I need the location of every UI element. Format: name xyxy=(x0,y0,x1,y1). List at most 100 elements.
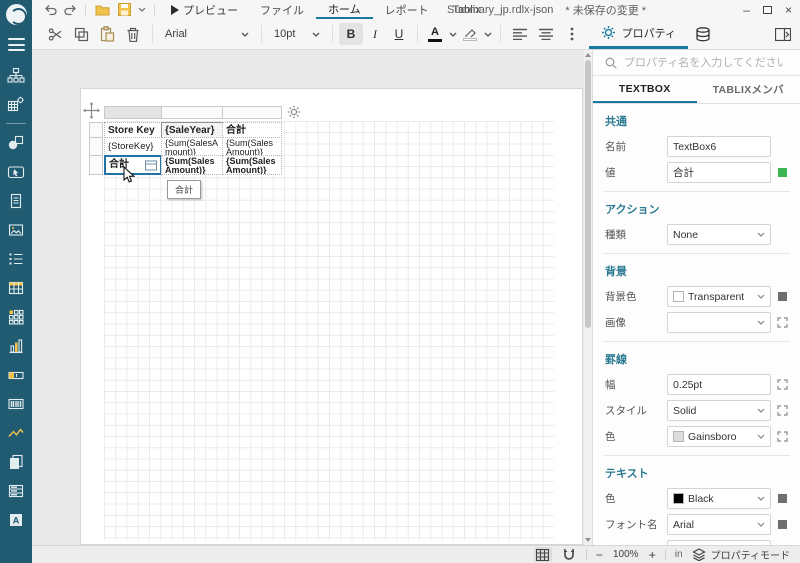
font-color-button[interactable]: A xyxy=(424,23,446,45)
window-minimize-button[interactable]: – xyxy=(743,4,750,16)
expand-property-button[interactable] xyxy=(771,379,793,390)
tablix-column-handle-1[interactable] xyxy=(104,106,162,119)
text-color-state-indicator[interactable] xyxy=(771,494,793,503)
field-picker-icon[interactable] xyxy=(145,160,157,171)
highlight-color-button[interactable] xyxy=(459,23,481,45)
tablix-row-handle-2[interactable] xyxy=(89,137,103,156)
tablix-row-handle-3[interactable] xyxy=(89,155,103,175)
property-search-input[interactable] xyxy=(624,57,784,69)
font-size-select[interactable]: 10pt xyxy=(268,23,326,45)
font-color-caret[interactable] xyxy=(446,32,459,37)
value-state-indicator[interactable] xyxy=(771,168,793,177)
tab-tablix-member[interactable]: TABLIXメンバ xyxy=(697,76,800,103)
font-family-select[interactable]: Arial xyxy=(159,23,255,45)
font-name-select[interactable]: Arial xyxy=(667,514,771,535)
tablix-cell-r2c3[interactable]: {Sum(SalesAmount)} xyxy=(222,137,282,156)
report-page[interactable]: Store Key {SaleYear} 合計 {StoreKey} {Sum(… xyxy=(80,88,583,545)
snap-to-grid-button[interactable] xyxy=(534,547,552,562)
border-color-select[interactable]: Gainsboro xyxy=(667,426,771,447)
menu-tab-file[interactable]: ファイル xyxy=(248,0,316,19)
tablix-cell-r3c3[interactable]: {Sum(SalesAmount)} xyxy=(222,155,282,175)
tablix-cell-r2c1[interactable]: {StoreKey} xyxy=(104,137,162,156)
main-menu-button[interactable] xyxy=(8,38,25,51)
expand-property-button[interactable] xyxy=(771,317,793,328)
sidebar-item-table[interactable] xyxy=(0,273,32,302)
sidebar-item-shapes[interactable] xyxy=(0,128,32,157)
cut-button[interactable] xyxy=(42,22,68,46)
redo-button[interactable] xyxy=(60,2,80,18)
scroll-up-arrow[interactable] xyxy=(585,53,591,57)
tablix-settings-gear[interactable] xyxy=(287,105,301,119)
save-caret-icon[interactable] xyxy=(135,2,149,18)
sidebar-item-richtext[interactable]: A xyxy=(0,505,32,534)
tablix-cell-r1c3[interactable]: 合計 xyxy=(222,122,282,138)
tablix-cell-r3c2[interactable]: {Sum(SalesAmount)} xyxy=(161,155,223,175)
font-name-state-indicator[interactable] xyxy=(771,520,793,529)
delete-button[interactable] xyxy=(120,22,146,46)
expand-property-button[interactable] xyxy=(771,431,793,442)
window-close-button[interactable]: × xyxy=(785,4,792,16)
tablix-move-handle[interactable] xyxy=(83,102,100,119)
value-input[interactable]: 合計 xyxy=(667,162,771,183)
zoom-out-button[interactable]: − xyxy=(596,548,603,562)
unit-indicator[interactable]: in xyxy=(675,549,683,560)
canvas-vertical-scrollbar[interactable] xyxy=(584,50,592,545)
sidebar-item-select-tool[interactable] xyxy=(0,157,32,186)
collapse-panel-button[interactable] xyxy=(770,22,796,46)
sidebar-item-subreport[interactable] xyxy=(0,447,32,476)
sidebar-item-group-editor[interactable] xyxy=(0,90,32,119)
sidebar-item-explorer[interactable] xyxy=(0,61,32,90)
save-button[interactable] xyxy=(113,2,135,18)
scrollbar-thumb[interactable] xyxy=(585,60,591,328)
action-type-select[interactable]: None xyxy=(667,224,771,245)
tablix-cell-r1c2[interactable]: {SaleYear} xyxy=(161,122,223,138)
tablix-cell-r1c1[interactable]: Store Key xyxy=(104,122,162,138)
property-mode-toggle[interactable]: プロパティモード xyxy=(692,547,790,562)
snap-to-guides-button[interactable] xyxy=(561,548,577,561)
text-color-select[interactable]: Black xyxy=(667,488,771,509)
sidebar-item-tablix[interactable] xyxy=(0,302,32,331)
sidebar-item-list[interactable] xyxy=(0,244,32,273)
align-center-button[interactable] xyxy=(533,22,559,46)
align-left-button[interactable] xyxy=(507,22,533,46)
underline-button[interactable]: U xyxy=(387,23,411,45)
paste-button[interactable] xyxy=(94,22,120,46)
background-image-select[interactable] xyxy=(667,312,771,333)
border-width-input[interactable]: 0.25pt xyxy=(667,374,771,395)
sidebar-item-textbox[interactable] xyxy=(0,186,32,215)
expand-property-button[interactable] xyxy=(771,405,793,416)
zoom-in-button[interactable]: + xyxy=(649,548,656,562)
more-formatting-button[interactable] xyxy=(559,22,585,46)
sidebar-item-image[interactable] xyxy=(0,215,32,244)
bold-button[interactable]: B xyxy=(339,23,363,45)
sidebar-item-chart[interactable] xyxy=(0,331,32,360)
tab-textbox[interactable]: TEXTBOX xyxy=(593,76,697,103)
border-style-select[interactable]: Solid xyxy=(667,400,771,421)
sidebar-item-barcode[interactable] xyxy=(0,389,32,418)
background-color-select[interactable]: Transparent xyxy=(667,286,771,307)
copy-button[interactable] xyxy=(68,22,94,46)
undo-button[interactable] xyxy=(40,2,60,18)
highlight-caret[interactable] xyxy=(481,32,494,37)
menu-tab-home[interactable]: ホーム xyxy=(316,0,373,19)
panel-tab-data[interactable] xyxy=(688,22,718,46)
play-icon xyxy=(170,5,179,15)
sidebar-item-banded-list[interactable] xyxy=(0,476,32,505)
sidebar-item-sparkline[interactable] xyxy=(0,418,32,447)
preview-button[interactable]: プレビュー xyxy=(170,2,238,18)
sidebar-item-input-field[interactable] xyxy=(0,360,32,389)
bgcolor-state-indicator[interactable] xyxy=(771,292,793,301)
window-maximize-button[interactable] xyxy=(763,6,772,14)
zoom-level[interactable]: 100% xyxy=(612,549,640,560)
tablix-column-handle-3[interactable] xyxy=(222,106,282,119)
tablix-cell-r2c2[interactable]: {Sum(SalesAmount)} xyxy=(161,137,223,156)
italic-button[interactable]: I xyxy=(363,23,387,45)
menu-tab-report[interactable]: レポート xyxy=(373,0,441,19)
tablix-row-handle-1[interactable] xyxy=(89,122,103,138)
name-input[interactable]: TextBox6 xyxy=(667,136,771,157)
scroll-down-arrow[interactable] xyxy=(585,538,591,542)
panel-tab-properties[interactable]: プロパティ xyxy=(589,19,688,49)
tablix-column-handle-2[interactable] xyxy=(161,106,223,119)
chevron-down-icon xyxy=(757,408,765,413)
open-button[interactable] xyxy=(91,2,113,18)
